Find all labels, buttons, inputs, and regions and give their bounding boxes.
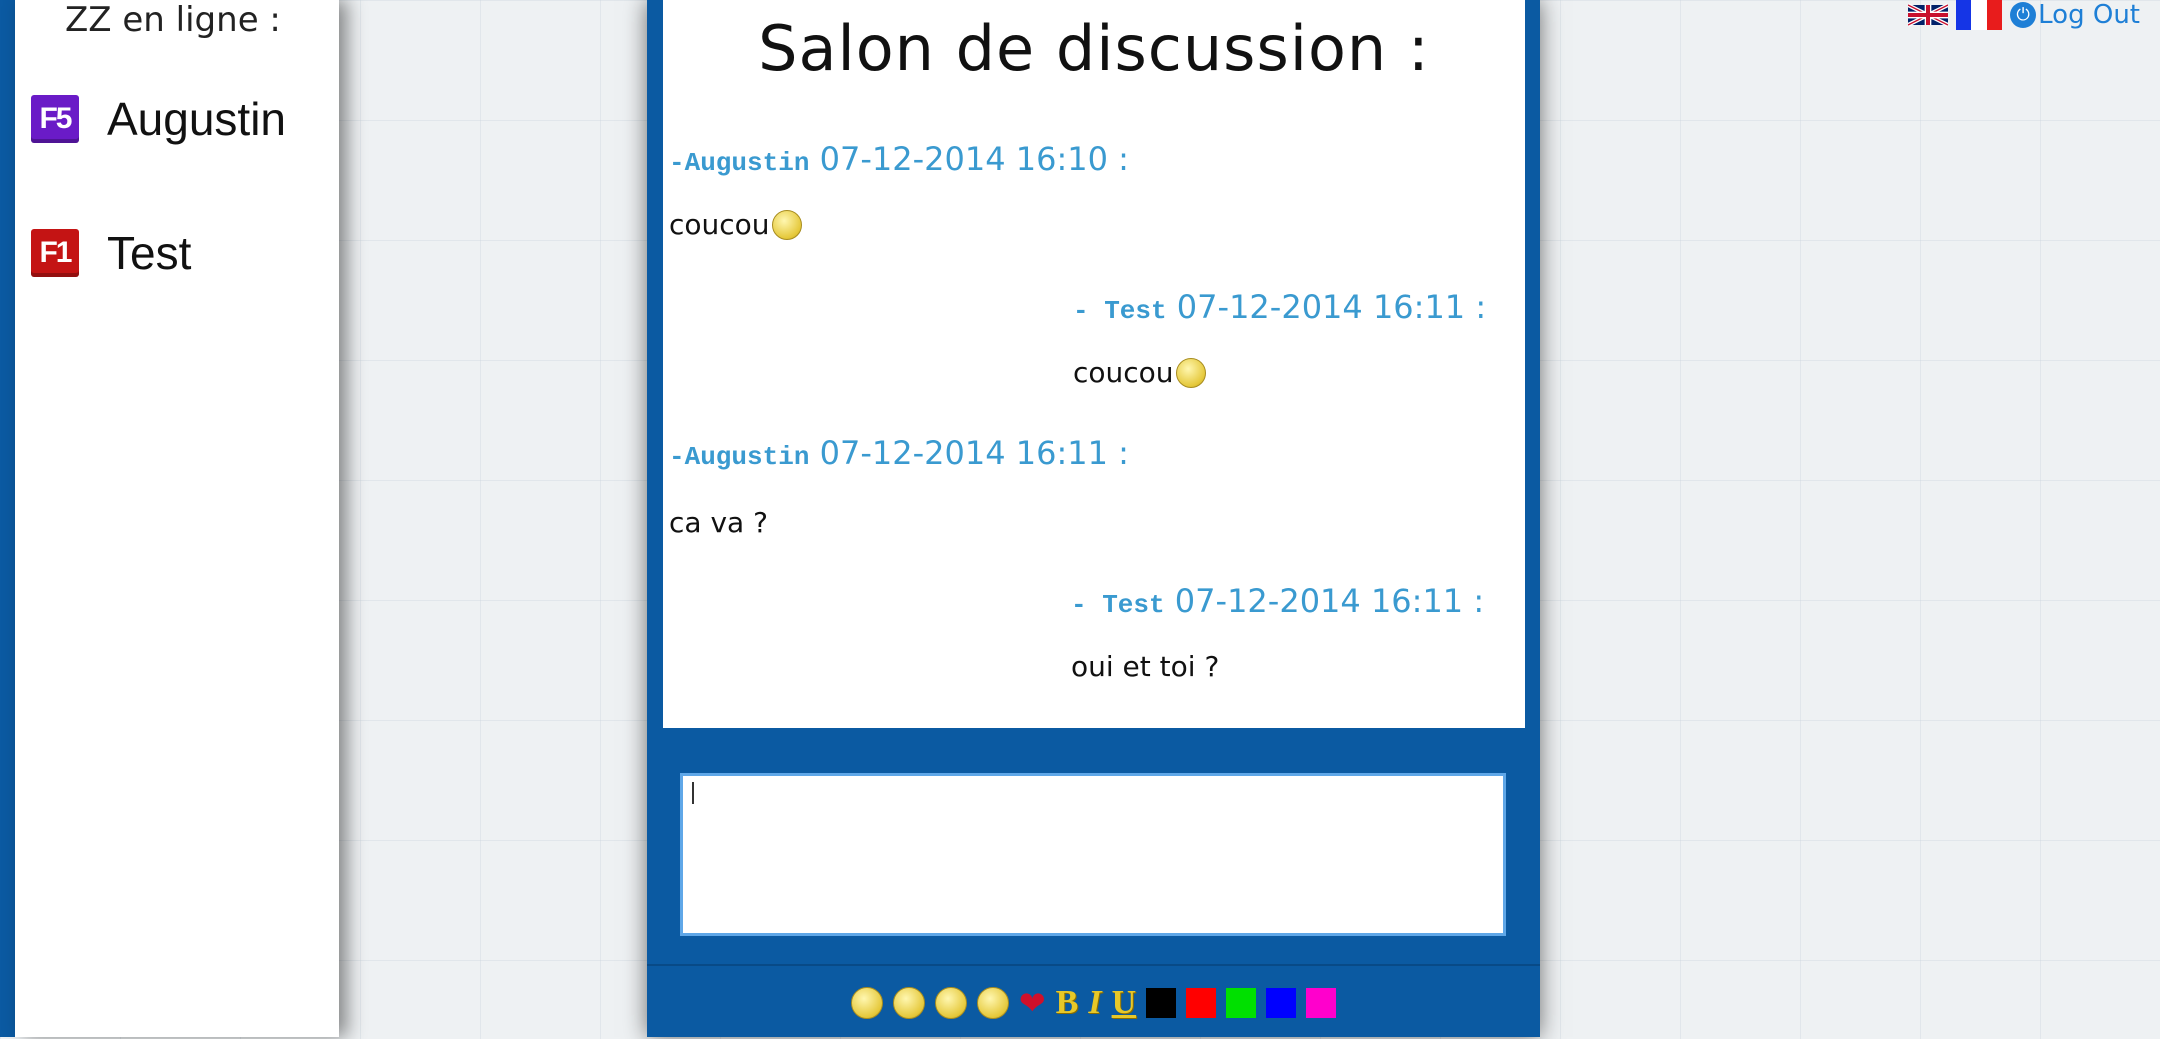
message-date: 07-12-2014 16:11 : bbox=[819, 434, 1129, 472]
message-body: oui et toi ? bbox=[1071, 650, 1484, 683]
left-edge-bar bbox=[0, 0, 15, 1037]
wink-smiley-icon bbox=[1175, 357, 1206, 388]
message-text: ca va ? bbox=[669, 506, 768, 539]
wink-smiley-icon[interactable] bbox=[892, 986, 925, 1019]
bold-button[interactable]: B bbox=[1056, 984, 1079, 1022]
message-header: - Test 07-12-2014 16:11 : bbox=[1071, 582, 1484, 620]
logout-label: Log Out bbox=[2038, 0, 2140, 30]
top-right-controls: ⏻ Log Out bbox=[1908, 0, 2140, 30]
color-red-button[interactable] bbox=[1186, 987, 1217, 1018]
logout-button[interactable]: ⏻ Log Out bbox=[2010, 0, 2140, 30]
chat-panel: Salon de discussion : -Augustin 07-12-20… bbox=[647, 0, 1540, 1037]
message-body: ca va ? bbox=[669, 506, 1129, 539]
message-header: -Augustin 07-12-2014 16:10 : bbox=[669, 140, 1129, 178]
color-black-button[interactable] bbox=[1146, 987, 1177, 1018]
online-users-sidebar: ZZ en ligne : F5 Augustin F1 Test bbox=[15, 0, 339, 1037]
message-text: oui et toi ? bbox=[1071, 650, 1220, 683]
message-toolbar: ❤ B I U bbox=[647, 964, 1540, 1039]
f5-badge-icon: F5 bbox=[31, 95, 79, 143]
online-user-test[interactable]: F1 Test bbox=[31, 226, 191, 280]
user-name: Test bbox=[107, 227, 192, 279]
message-date: 07-12-2014 16:11 : bbox=[1176, 288, 1487, 326]
underline-button[interactable]: U bbox=[1112, 984, 1137, 1022]
message-author: - Test bbox=[1073, 296, 1167, 326]
message-input[interactable] bbox=[680, 773, 1506, 936]
chat-title: Salon de discussion : bbox=[758, 12, 1430, 85]
message-text: coucou bbox=[669, 208, 770, 241]
uk-flag-icon[interactable] bbox=[1908, 1, 1949, 29]
neutral-smiley-icon[interactable] bbox=[850, 986, 883, 1019]
f1-badge-icon: F1 bbox=[31, 229, 79, 277]
chat-message: -Augustin 07-12-2014 16:10 : coucou bbox=[669, 140, 1129, 241]
online-users-title: ZZ en ligne : bbox=[65, 0, 281, 40]
message-body: coucou bbox=[669, 208, 1129, 241]
chat-message: -Augustin 07-12-2014 16:11 : ca va ? bbox=[669, 434, 1129, 539]
sleepy-smiley-icon[interactable] bbox=[976, 986, 1009, 1019]
color-pink-button[interactable] bbox=[1306, 987, 1337, 1018]
message-author: -Augustin bbox=[669, 148, 810, 178]
user-name: Augustin bbox=[107, 93, 287, 145]
chat-message: - Test 07-12-2014 16:11 : oui et toi ? bbox=[1071, 582, 1484, 683]
color-green-button[interactable] bbox=[1226, 987, 1257, 1018]
chat-message: - Test 07-12-2014 16:11 : coucou bbox=[1073, 288, 1486, 389]
message-body: coucou bbox=[1073, 356, 1486, 389]
online-user-augustin[interactable]: F5 Augustin bbox=[31, 92, 286, 146]
neutral-smiley-icon bbox=[771, 209, 802, 240]
message-author: - Test bbox=[1071, 590, 1165, 620]
message-header: - Test 07-12-2014 16:11 : bbox=[1073, 288, 1486, 326]
message-text: coucou bbox=[1073, 356, 1174, 389]
message-date: 07-12-2014 16:11 : bbox=[1174, 582, 1485, 620]
message-author: -Augustin bbox=[669, 442, 810, 472]
italic-button[interactable]: I bbox=[1088, 984, 1101, 1022]
message-header: -Augustin 07-12-2014 16:11 : bbox=[669, 434, 1129, 472]
tongue-smiley-icon[interactable] bbox=[934, 986, 967, 1019]
text-caret bbox=[692, 782, 694, 804]
fr-flag-icon[interactable] bbox=[1956, 0, 2003, 30]
color-blue-button[interactable] bbox=[1266, 987, 1297, 1018]
power-icon: ⏻ bbox=[2010, 2, 2037, 28]
heart-icon[interactable]: ❤ bbox=[1019, 987, 1046, 1019]
chat-messages-area: Salon de discussion : -Augustin 07-12-20… bbox=[663, 0, 1525, 728]
message-date: 07-12-2014 16:10 : bbox=[819, 140, 1129, 178]
